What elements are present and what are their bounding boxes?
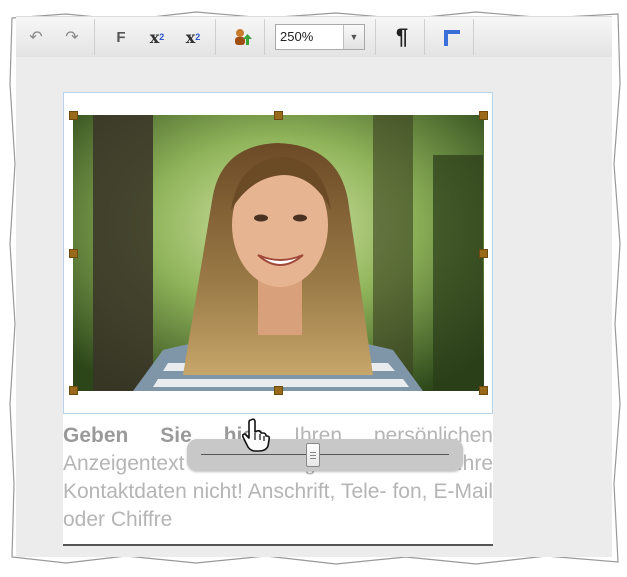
image-scale-slider[interactable] — [187, 439, 463, 471]
user-upload-icon — [235, 29, 252, 45]
resize-handle-n[interactable] — [274, 111, 283, 120]
resize-handle-se[interactable] — [479, 386, 488, 395]
undo-icon: ↶ — [29, 29, 43, 46]
thumb-grip — [309, 458, 316, 459]
slider-track — [201, 454, 449, 455]
hand-cursor-icon — [242, 418, 270, 452]
paragraph-button[interactable]: ¶ — [386, 21, 418, 53]
paragraph-label: ¶ — [395, 24, 409, 49]
resize-handle-ne[interactable] — [479, 111, 488, 120]
superscript-label: x — [149, 27, 160, 47]
undo-button[interactable]: ↶ — [20, 21, 52, 53]
editor-toolbar: ↶ ↷ F x2 x2 250% ▼ ¶ — [16, 16, 612, 58]
resize-handle-e[interactable] — [479, 249, 488, 258]
toolbar-separator — [264, 19, 265, 55]
toolbar-separator — [424, 19, 425, 55]
bold-label: F — [116, 28, 126, 46]
toolbar-separator — [473, 19, 474, 55]
redo-button[interactable]: ↷ — [56, 21, 88, 53]
subscript-button[interactable]: x2 — [177, 21, 209, 53]
resize-handle-s[interactable] — [274, 386, 283, 395]
subscript-sub: 2 — [195, 32, 201, 42]
resize-handle-nw[interactable] — [69, 111, 78, 120]
image-frame[interactable] — [63, 92, 493, 414]
user-upload-button[interactable] — [226, 21, 258, 53]
portrait-photo[interactable] — [73, 115, 484, 391]
tab-stop-button[interactable] — [435, 21, 467, 53]
toolbar-separator — [375, 19, 376, 55]
thumb-grip — [309, 452, 316, 453]
superscript-sub: 2 — [159, 32, 165, 42]
portrait-image — [73, 115, 484, 391]
resize-handle-sw[interactable] — [69, 386, 78, 395]
ad-page: Geben Sie hier Ihren persönlichen Anzeig… — [63, 92, 493, 546]
thumb-grip — [309, 455, 316, 456]
tab-stop-icon — [444, 30, 460, 46]
slider-thumb[interactable] — [305, 443, 320, 467]
chevron-down-icon[interactable]: ▼ — [343, 25, 364, 49]
toolbar-separator — [215, 19, 216, 55]
bold-button[interactable]: F — [105, 21, 137, 53]
editor-workspace: Geben Sie hier Ihren persönlichen Anzeig… — [16, 57, 612, 557]
resize-handle-w[interactable] — [69, 249, 78, 258]
superscript-button[interactable]: x2 — [141, 21, 173, 53]
toolbar-separator — [94, 19, 95, 55]
zoom-value: 250% — [280, 29, 314, 44]
zoom-select[interactable]: 250% ▼ — [275, 24, 365, 50]
redo-icon: ↷ — [65, 29, 79, 46]
subscript-label: x — [185, 27, 196, 47]
